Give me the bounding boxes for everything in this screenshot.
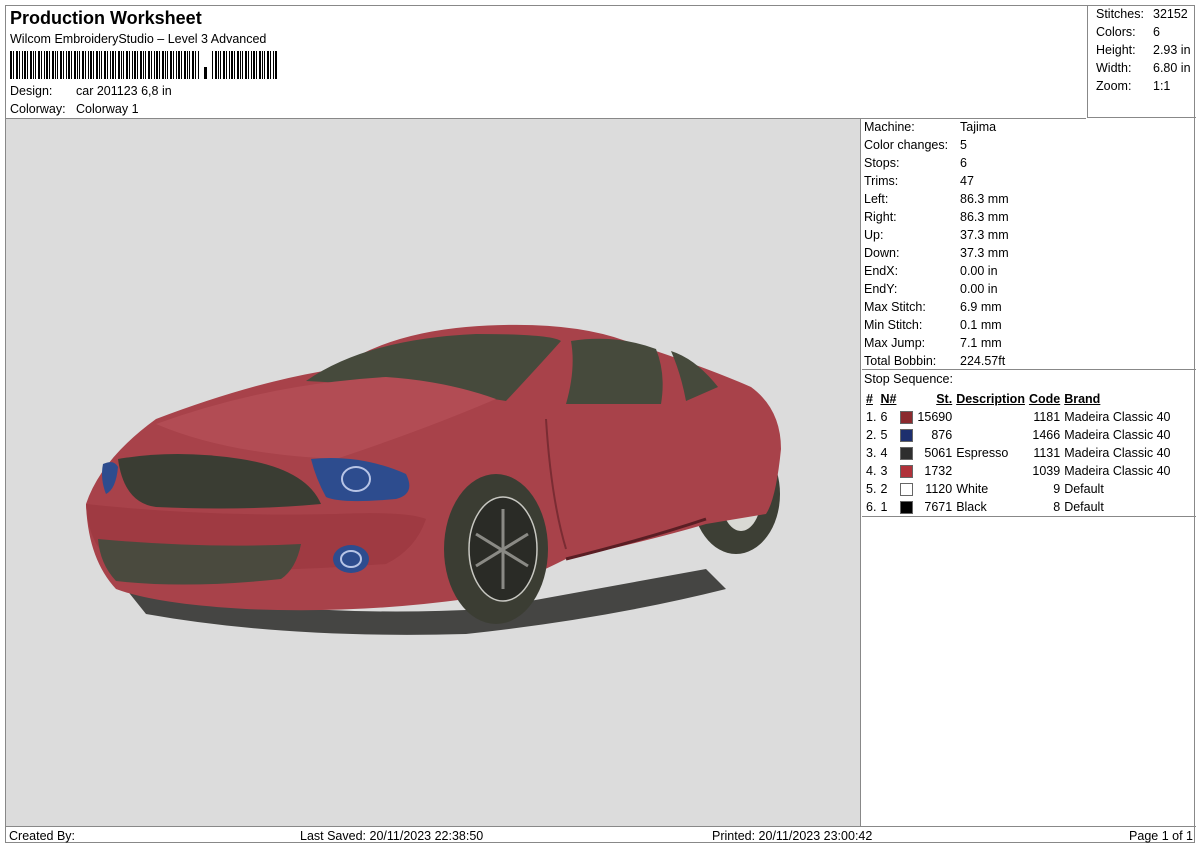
barcode bbox=[10, 51, 277, 79]
info-row: Down: 37.3 mm bbox=[864, 246, 1009, 260]
worksheet-header: Production Worksheet Wilcom EmbroiderySt… bbox=[6, 6, 1086, 119]
info-row: Trims: 47 bbox=[864, 174, 974, 188]
info-row: EndY: 0.00 in bbox=[864, 282, 998, 296]
info-row: EndX: 0.00 in bbox=[864, 264, 998, 278]
color-swatch bbox=[900, 429, 914, 443]
worksheet-footer: Created By: Last Saved: 20/11/2023 22:38… bbox=[6, 826, 1196, 845]
table-header-row: # N# St. Description Code Brand bbox=[864, 390, 1173, 408]
col-color bbox=[898, 390, 915, 408]
table-row: 4. 3 1732 1039 Madeira Classic 40 bbox=[866, 464, 1171, 479]
colorway-value: Colorway 1 bbox=[76, 102, 139, 116]
summary-row: Width: 6.80 in bbox=[1096, 61, 1191, 75]
last-saved: Last Saved: 20/11/2023 22:38:50 bbox=[300, 829, 484, 843]
info-row: Left: 86.3 mm bbox=[864, 192, 1009, 206]
table-row: 1. 6 15690 1181 Madeira Classic 40 bbox=[866, 410, 1171, 425]
divider bbox=[862, 516, 1196, 517]
color-swatch bbox=[900, 465, 914, 479]
table-row: 6. 1 7671 Black 8 Default bbox=[866, 500, 1104, 515]
info-row: Up: 37.3 mm bbox=[864, 228, 1009, 242]
worksheet: Production Worksheet Wilcom EmbroiderySt… bbox=[5, 5, 1196, 845]
summary-row: Height: 2.93 in bbox=[1096, 43, 1191, 57]
table-row: 3. 4 5061 Espresso 1131 Madeira Classic 40 bbox=[866, 446, 1171, 461]
page-title: Production Worksheet bbox=[10, 8, 202, 28]
design-value: car 201123 6,8 in bbox=[76, 84, 172, 98]
design-preview bbox=[6, 119, 861, 826]
col-num: # bbox=[866, 392, 873, 406]
summary-row: Zoom: 1:1 bbox=[1096, 79, 1171, 93]
divider bbox=[862, 369, 1196, 370]
color-swatch bbox=[900, 447, 914, 461]
info-row: Color changes: 5 bbox=[864, 138, 967, 152]
col-code: Code bbox=[1028, 392, 1061, 406]
stop-sequence-table: # N# St. Description Code Brand 1. 6 15690… bbox=[864, 390, 1173, 516]
page-number: Page 1 of 1 bbox=[1129, 829, 1193, 843]
lower-intake bbox=[98, 539, 301, 585]
color-swatch bbox=[900, 411, 914, 425]
colorway-label: Colorway: bbox=[10, 102, 66, 116]
machine-info-panel: Machine: Tajima Color changes: 5 Stops: 6 T… bbox=[862, 119, 1196, 826]
created-by: Created By: bbox=[9, 829, 76, 843]
color-swatch bbox=[900, 501, 914, 515]
col-brand: Brand bbox=[1064, 392, 1101, 406]
color-swatch bbox=[900, 483, 914, 497]
info-row: Max Stitch: 6.9 mm bbox=[864, 300, 1002, 314]
design-label: Design: bbox=[10, 84, 53, 98]
summary-row: Colors: 6 bbox=[1096, 25, 1160, 39]
table-row: 5. 2 1120 White 9 Default bbox=[866, 482, 1104, 497]
info-row: Total Bobbin: 224.57ft bbox=[864, 354, 1006, 368]
info-row: Stops: 6 bbox=[864, 156, 967, 170]
car-embroidery-image bbox=[86, 324, 781, 635]
info-row: Machine: Tajima bbox=[864, 120, 997, 134]
printed-date: Printed: 20/11/2023 23:00:42 bbox=[712, 829, 873, 843]
colorway-row: Colorway: Colorway 1 bbox=[10, 102, 139, 116]
col-n: N# bbox=[880, 392, 897, 406]
col-st: St. bbox=[936, 392, 953, 406]
side-window bbox=[566, 338, 663, 404]
info-row: Right: 86.3 mm bbox=[864, 210, 1009, 224]
summary-row: Stitches: 32152 bbox=[1096, 7, 1188, 21]
design-summary: Stitches: 32152 Colors: 6 Height: 2.93 in W… bbox=[1087, 6, 1196, 118]
fog-light bbox=[333, 545, 369, 573]
design-row: Design: car 201123 6,8 in bbox=[10, 84, 172, 98]
table-row: 2. 5 876 1466 Madeira Classic 40 bbox=[866, 428, 1171, 443]
software-subtitle: Wilcom EmbroideryStudio – Level 3 Advanc… bbox=[10, 32, 267, 46]
col-desc: Description bbox=[956, 392, 1025, 406]
info-row: Min Stitch: 0.1 mm bbox=[864, 318, 1002, 332]
info-row: Max Jump: 7.1 mm bbox=[864, 336, 1002, 350]
stop-sequence-title: Stop Sequence: bbox=[864, 372, 953, 386]
